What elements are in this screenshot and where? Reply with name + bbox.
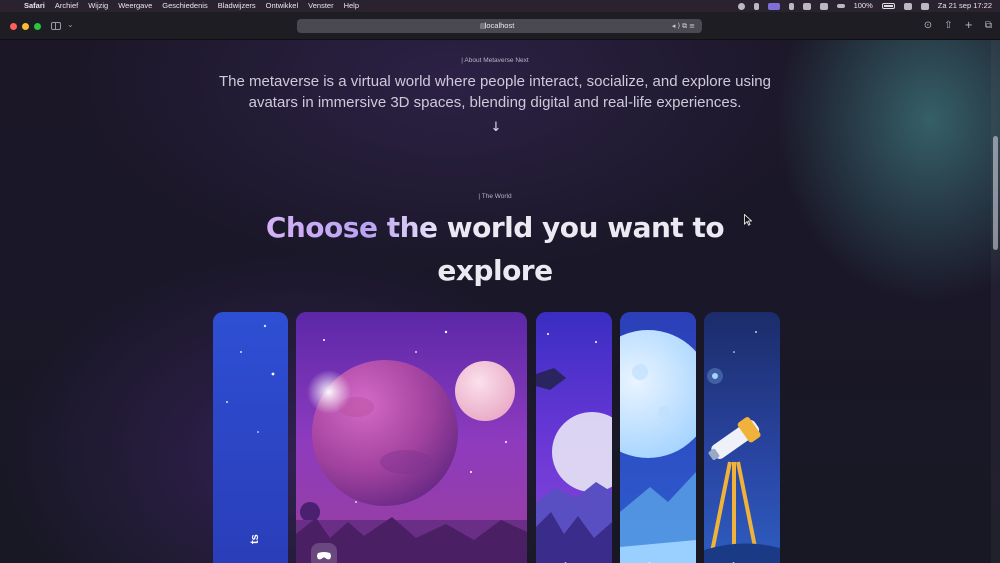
world-card-illustration [213, 312, 288, 563]
world-card[interactable]: · [620, 312, 696, 563]
world-card[interactable]: ts [213, 312, 288, 563]
fullscreen-window-button[interactable] [34, 23, 41, 30]
toolbar-actions: ⊙ ⇧ + ⧉ [924, 20, 992, 32]
reader-icon[interactable]: ≡ [689, 22, 697, 30]
new-tab-icon[interactable]: + [964, 20, 972, 32]
menu-item-bladwijzers[interactable]: Bladwijzers [213, 0, 261, 12]
world-card-illustration [536, 312, 612, 563]
world-title: Choose the world you want to explore [250, 206, 740, 292]
planet-illustration [296, 312, 527, 563]
battery-icon[interactable] [881, 3, 895, 9]
extension-icon[interactable] [802, 2, 811, 10]
page-viewport[interactable]: | About Metaverse Next The metaverse is … [0, 40, 1000, 563]
close-window-button[interactable] [10, 23, 17, 30]
world-card-featured[interactable] [296, 312, 527, 563]
keyboard-icon[interactable] [819, 2, 828, 10]
world-title-rest: world you want to explore [437, 211, 725, 287]
world-card-label: · [564, 558, 568, 563]
world-card-label: · [648, 558, 652, 563]
address-bar-tools: ◂)⧉≡ [672, 19, 697, 33]
address-url[interactable]: localhost [297, 19, 702, 33]
menu-bar-left: Safari Archief Wijzig Weergave Geschiede… [0, 0, 364, 12]
menu-item-ontwikkel[interactable]: Ontwikkel [261, 0, 304, 12]
minimize-window-button[interactable] [22, 23, 29, 30]
bluetooth-status-icon[interactable] [788, 2, 794, 10]
address-bar[interactable]: ▤ localhost ◂)⧉≡ [297, 19, 702, 33]
menu-item-weergave[interactable]: Weergave [113, 0, 157, 12]
world-title-highlight: Choose the [265, 211, 438, 244]
world-cards: ts [0, 312, 1000, 563]
chevron-down-icon[interactable]: ⌄ [67, 20, 74, 29]
world-card-illustration [620, 312, 696, 563]
speaker-icon[interactable]: ◂) [672, 22, 682, 30]
activity-icon[interactable] [836, 4, 845, 8]
world-card-label: ts [249, 534, 261, 544]
world-card[interactable]: · [536, 312, 612, 563]
downloads-icon[interactable]: ⊙ [924, 20, 932, 32]
battery-percentage: 100% [853, 1, 873, 10]
menu-app-name[interactable]: Safari [19, 0, 50, 12]
menu-item-geschiedenis[interactable]: Geschiedenis [157, 0, 212, 12]
share-icon[interactable]: ⇧ [944, 20, 952, 32]
wifi-icon[interactable] [903, 2, 912, 10]
menu-clock[interactable]: Za 21 sep 17:22 [938, 0, 992, 12]
tab-overview-icon[interactable]: ⧉ [985, 20, 992, 32]
menu-bar-status: 100% Za 21 sep 17:22 [737, 0, 1000, 12]
menu-item-wijzig[interactable]: Wijzig [83, 0, 113, 12]
mouse-cursor-icon [744, 214, 752, 226]
about-text: The metaverse is a virtual world where p… [219, 73, 771, 111]
sidebar-icon[interactable] [51, 22, 61, 30]
bluetooth-icon[interactable] [753, 2, 759, 10]
window-controls [10, 23, 41, 30]
world-eyebrow: | The World [478, 193, 512, 200]
arrow-down-icon[interactable]: ↓ [488, 120, 504, 135]
scrollbar-thumb[interactable] [993, 136, 998, 250]
browser-toolbar: ⌄ ▤ localhost ◂)⧉≡ ⊙ ⇧ + ⧉ [0, 12, 1000, 40]
control-center-icon[interactable] [920, 2, 929, 10]
vr-headset-button[interactable] [311, 543, 337, 563]
record-icon[interactable] [737, 2, 745, 10]
page-scrollbar[interactable] [991, 40, 1000, 563]
screen-mirror-icon[interactable] [767, 2, 780, 10]
menu-item-venster[interactable]: Venster [303, 0, 338, 12]
about-eyebrow: | About Metaverse Next [461, 57, 529, 64]
macos-menu-bar: Safari Archief Wijzig Weergave Geschiede… [0, 0, 1000, 12]
telescope-illustration [704, 312, 780, 563]
vr-headset-icon [317, 552, 331, 560]
world-card-label: · [732, 558, 736, 563]
menu-item-help[interactable]: Help [339, 0, 364, 12]
world-card[interactable]: · [704, 312, 780, 563]
menu-item-archief[interactable]: Archief [50, 0, 83, 12]
